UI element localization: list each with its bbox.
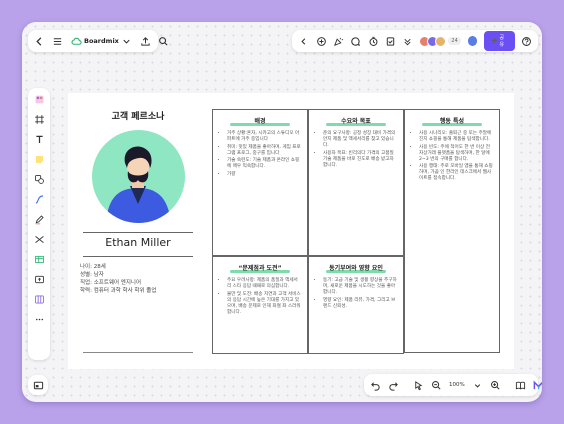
chevron-down-icon bbox=[121, 35, 133, 47]
more-tools-icon[interactable] bbox=[32, 312, 46, 326]
comment-icon[interactable] bbox=[350, 35, 361, 47]
add-circle-icon[interactable] bbox=[315, 35, 326, 47]
divider bbox=[83, 232, 193, 233]
search-icon[interactable] bbox=[158, 35, 169, 47]
tools-sidebar bbox=[28, 88, 50, 360]
list-item: 동기: 고급 기술 및 생활 향상을 추구하며, 새로운 제품을 시도하는 것을… bbox=[323, 278, 397, 296]
person-illustration bbox=[106, 146, 171, 223]
persona-age: 나이: 28세 bbox=[80, 264, 106, 270]
list-item: 사용 시나리오: 출퇴근 중 또는 주말에 진지 쇼핑을 통해 제품을 탐색합니… bbox=[419, 131, 493, 143]
list-item: 주요 우려사항: 제품의 품질과 액세서리 스타 응답 때때로 의심합니다. bbox=[227, 278, 301, 290]
share-button[interactable]: ➕ 공유 bbox=[484, 31, 515, 51]
back-icon[interactable] bbox=[34, 35, 45, 47]
list-item: 가향 bbox=[227, 172, 301, 178]
redo-icon[interactable] bbox=[388, 379, 399, 391]
persona-gender: 성별: 남자 bbox=[80, 272, 104, 278]
goals-list: 준의 요구사항: 공정 성장 대비 가격의 안지 제품 및 액세서리를 찾고 있… bbox=[315, 131, 397, 169]
bottom-right-toolbar: 100% bbox=[364, 374, 542, 396]
table-icon[interactable] bbox=[32, 252, 46, 266]
list-item: 영향 요인: 제품 리뷰, 가격, 그리고 브랜드 신뢰성. bbox=[323, 298, 397, 310]
export-icon[interactable] bbox=[140, 35, 151, 47]
persona-info: 나이: 28세 성별: 남자 직업: 소프트웨어 엔지니어 학력: 컴퓨터 과학… bbox=[80, 263, 156, 295]
pen-icon[interactable] bbox=[32, 212, 46, 226]
persona-job: 직업: 소프트웨어 엔지니어 bbox=[80, 280, 142, 286]
zoom-in-icon[interactable] bbox=[490, 379, 501, 391]
cursor-icon[interactable] bbox=[413, 379, 424, 391]
list-item: 불만 및 도전: 배송 지연과 고객 서비스의 응답 시간에 높은 기대를 가지… bbox=[227, 292, 301, 316]
board-title-dropdown[interactable]: Boardmix bbox=[70, 35, 133, 47]
divider bbox=[83, 352, 193, 353]
current-user-avatar[interactable] bbox=[466, 35, 479, 47]
problems-list: 주요 우려사항: 제품의 품질과 액세서리 스타 응답 때때로 의심합니다. 불… bbox=[219, 278, 301, 316]
app-window: Boardmix 24 ➕ 공유 100% 고객 페르소나 Ethan Mill… bbox=[22, 22, 542, 402]
background-card[interactable]: 배경 거주 상황:혼자, 시카고의 스튜디오 아파트에 거주 중입니다 취미: … bbox=[212, 109, 308, 256]
list-item: 사용자 목표: 빈리의다 가격의 고품질 기술 제품을 바로 진도로 배송 받고… bbox=[323, 151, 397, 169]
card-title: 동기부여와 영향 요인 bbox=[315, 263, 397, 272]
card-title: 배경 bbox=[219, 116, 301, 125]
vote-icon[interactable] bbox=[385, 35, 396, 47]
list-item: 기술 숙련도: 기술 제품과 온라인 쇼핑에 매우 익숙합니다. bbox=[227, 158, 301, 170]
upload-icon[interactable] bbox=[32, 272, 46, 286]
mindmap-icon[interactable] bbox=[32, 232, 46, 246]
shape-icon[interactable] bbox=[32, 172, 46, 186]
zoom-out-icon[interactable] bbox=[431, 379, 442, 391]
goals-card[interactable]: 수요와 목표 준의 요구사항: 공정 성장 대비 가격의 안지 제품 및 액세서… bbox=[308, 109, 404, 256]
menu-icon[interactable] bbox=[52, 35, 63, 47]
list-item: 사용 빈도: 주에 적어도 한 번 이상 전자상거래 플랫폼을 탐색하며, 한 … bbox=[419, 145, 493, 163]
book-icon[interactable] bbox=[515, 379, 526, 391]
behavior-card[interactable]: 행동 특성 사용 시나리오: 출퇴근 중 또는 주말에 진지 쇼핑을 통해 제품… bbox=[404, 109, 500, 353]
motivation-list: 동기: 고급 기술 및 생활 향상을 추구하며, 새로운 제품을 시도하는 것을… bbox=[315, 278, 397, 310]
list-item: 사용 행태: 주로 모바일 앱을 통해 쇼핑하며, 가끔 인 한라인 데스크에서… bbox=[419, 164, 493, 182]
card-title: 수요와 목표 bbox=[315, 116, 397, 125]
frame-icon[interactable] bbox=[32, 112, 46, 126]
divider bbox=[83, 256, 193, 257]
persona-title: 고객 페르소나 bbox=[111, 112, 165, 122]
list-item: 거주 상황:혼자, 시카고의 스튜디오 아파트에 거주 중입니다 bbox=[227, 131, 301, 143]
collaborator-count: 24 bbox=[448, 37, 461, 45]
persona-name: Ethan Miller bbox=[105, 236, 171, 249]
connector-icon[interactable] bbox=[32, 192, 46, 206]
undo-icon[interactable] bbox=[370, 379, 381, 391]
minimap-icon bbox=[32, 379, 44, 391]
avatar bbox=[435, 35, 447, 47]
list-item: 취미: 맛있 제품을 좋아하며, 게임 프로그램 프로그, 중구를 입니다 bbox=[227, 145, 301, 157]
celebrate-icon[interactable] bbox=[333, 35, 344, 47]
chevron-down-icon[interactable] bbox=[472, 379, 483, 391]
templates-icon[interactable] bbox=[32, 92, 46, 106]
list-item: 준의 요구사항: 공정 성장 대비 가격의 안지 제품 및 액세서리를 찾고 있… bbox=[323, 131, 397, 149]
persona-avatar bbox=[92, 130, 185, 223]
user-plus-icon: ➕ bbox=[491, 38, 498, 44]
zoom-level[interactable]: 100% bbox=[449, 382, 465, 388]
background-list: 거주 상황:혼자, 시카고의 스튜디오 아파트에 거주 중입니다 취미: 맛있 … bbox=[219, 131, 301, 178]
card-title: 행동 특성 bbox=[411, 116, 493, 125]
behavior-list: 사용 시나리오: 출퇴근 중 또는 주말에 진지 쇼핑을 통해 제품을 탐색합니… bbox=[411, 131, 493, 182]
collaborator-avatars[interactable]: 24 bbox=[419, 35, 461, 47]
motivation-card[interactable]: 동기부여와 영향 요인 동기: 고급 기술 및 생활 향상을 추구하며, 새로운… bbox=[308, 256, 404, 354]
timer-icon[interactable] bbox=[367, 35, 378, 47]
top-left-toolbar: Boardmix bbox=[28, 30, 168, 52]
more-chevron-icon[interactable] bbox=[402, 35, 413, 47]
cloud-icon bbox=[70, 35, 82, 47]
kanban-icon[interactable] bbox=[32, 292, 46, 306]
persona-board[interactable]: 고객 페르소나 Ethan Miller 나이: 28세 성별: 남자 직업: … bbox=[68, 93, 514, 369]
text-icon[interactable] bbox=[32, 132, 46, 146]
card-title: “문제점과 도전” bbox=[219, 263, 301, 272]
app-name: Boardmix bbox=[84, 37, 119, 45]
collapse-toolbar-icon[interactable] bbox=[298, 35, 309, 47]
persona-education: 학력: 컴퓨터 과학 학사 학위 졸업 bbox=[80, 288, 157, 294]
help-icon[interactable] bbox=[521, 35, 532, 47]
problems-card[interactable]: “문제점과 도전” 주요 우려사항: 제품의 품질과 액세서리 스타 응답 때때… bbox=[212, 256, 308, 354]
top-right-toolbar: 24 ➕ 공유 bbox=[292, 30, 538, 52]
sticky-note-icon[interactable] bbox=[32, 152, 46, 166]
minimap-button[interactable] bbox=[28, 375, 48, 395]
share-label: 공유 bbox=[499, 35, 505, 48]
ai-assistant-icon[interactable] bbox=[533, 379, 542, 391]
